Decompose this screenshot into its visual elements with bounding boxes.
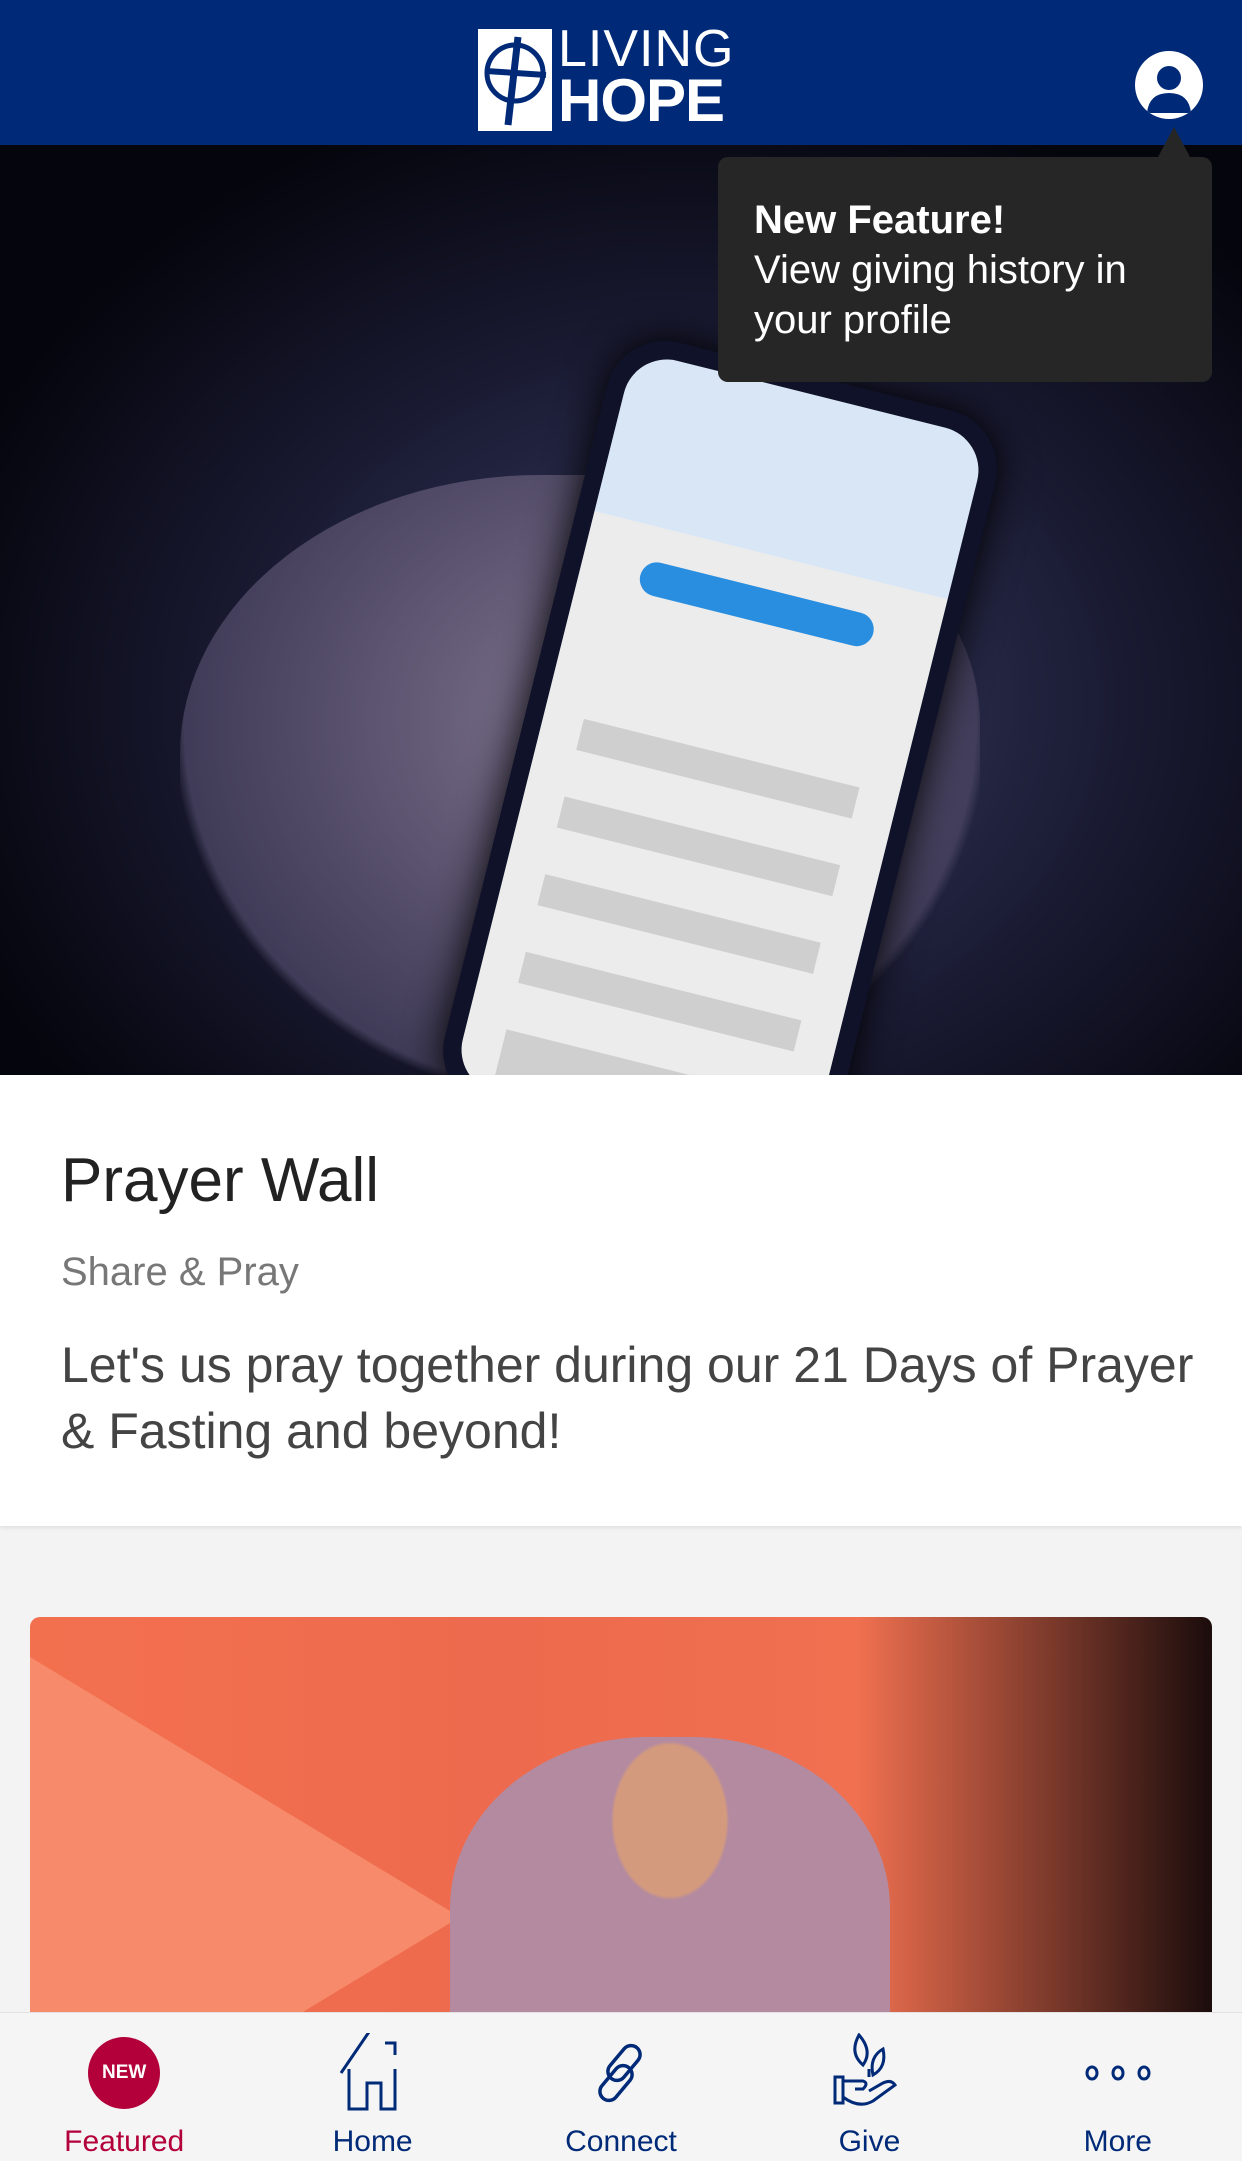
sermon-video-card[interactable] — [30, 1617, 1212, 2037]
speaker-image — [450, 1737, 890, 2037]
phone-image — [430, 328, 1010, 1192]
user-circle-icon[interactable] — [1135, 51, 1203, 119]
link-icon — [581, 2033, 661, 2113]
logo-text-hope: HOPE — [558, 67, 725, 134]
tooltip-title: New Feature! — [754, 198, 1006, 242]
prayer-wall-card[interactable]: Prayer Wall Share & Pray Let's us pray t… — [0, 1075, 1242, 1526]
bottom-nav: NEW Featured Home Connect Give More — [0, 2012, 1242, 2161]
card-description: Let's us pray together during our 21 Day… — [61, 1337, 1194, 1459]
hand-plant-icon — [829, 2033, 909, 2113]
app-header: LIVING HOPE — [0, 0, 1242, 145]
card-subtitle: Share & Pray — [61, 1250, 299, 1294]
nav-connect[interactable]: Connect — [497, 2013, 745, 2161]
new-feature-tooltip[interactable]: New Feature! View giving history in your… — [718, 127, 1212, 382]
nav-featured[interactable]: NEW Featured — [0, 2013, 248, 2161]
nav-home[interactable]: Home — [248, 2013, 496, 2161]
nav-label: Home — [332, 2125, 413, 2158]
logo-cross-globe-icon — [478, 29, 552, 131]
tooltip-body: View giving history in your profile — [754, 248, 1127, 342]
nav-label: More — [1083, 2125, 1152, 2158]
nav-label: Give — [838, 2125, 901, 2158]
nav-more[interactable]: More — [994, 2013, 1242, 2161]
ellipsis-icon — [1078, 2033, 1158, 2113]
home-icon — [333, 2033, 413, 2113]
card-title: Prayer Wall — [61, 1146, 380, 1215]
new-badge: NEW — [88, 2037, 161, 2109]
nav-label: Connect — [565, 2125, 677, 2158]
nav-label: Featured — [64, 2125, 185, 2158]
nav-give[interactable]: Give — [745, 2013, 993, 2161]
living-hope-logo[interactable]: LIVING HOPE — [478, 23, 735, 134]
play-graphic — [30, 1657, 460, 2037]
logo-text-living: LIVING — [558, 20, 735, 78]
